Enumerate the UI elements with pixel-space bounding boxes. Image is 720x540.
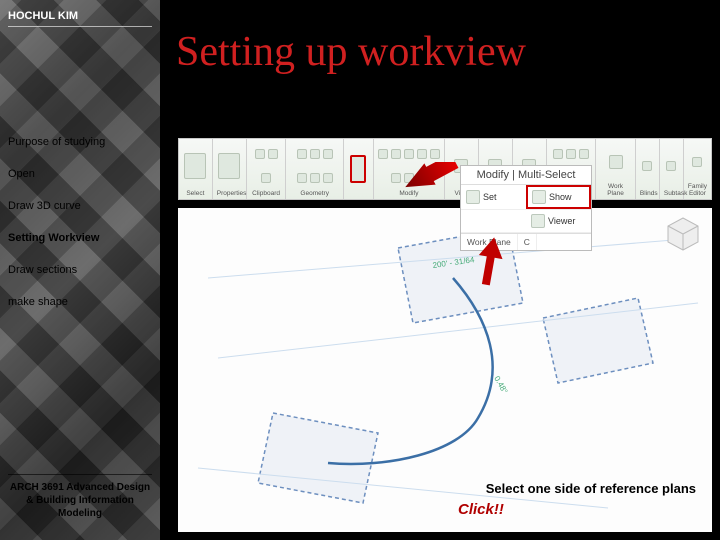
draw-icon[interactable] [553,149,563,159]
ribbon-lbl-family: Family Editor [688,183,707,197]
geom-icon[interactable] [323,173,333,183]
click-callout: Click!! [458,501,504,518]
ribbon-toolbar: Select Properties Clipboard [178,138,712,200]
flyout-tabs: Work Plane C [461,233,591,250]
geom-icon[interactable] [310,149,320,159]
viewcube[interactable] [662,214,704,256]
properties-icon[interactable] [218,153,240,179]
flyout-set-label: Set [483,192,497,202]
workplane-flyout: Modify | Multi-Select Set Show Viewer [460,165,592,251]
flyout-blank [461,210,526,232]
ribbon-lbl-workplane: Work Plane [600,183,631,197]
family-icon[interactable] [692,157,702,167]
show-icon [532,190,546,204]
sidebar: HOCHUL KIM Purpose of studying Open Draw… [0,0,160,540]
slide: HOCHUL KIM Purpose of studying Open Draw… [0,0,720,540]
mod-icon[interactable] [391,173,401,183]
mod-icon[interactable] [378,149,388,159]
mod-icon[interactable] [404,173,414,183]
flyout-show-label: Show [549,192,572,202]
sidebar-item-open[interactable]: Open [8,164,152,184]
sidebar-item-purpose[interactable]: Purpose of studying [8,132,152,152]
flyout-viewer[interactable]: Viewer [526,210,591,232]
flyout-title: Modify | Multi-Select [461,166,591,185]
mod-icon[interactable] [417,173,427,183]
sidebar-item-draw-3d-curve[interactable]: Draw 3D curve [8,196,152,216]
sidebar-item-setting-workview[interactable]: Setting Workview [8,228,152,248]
sidebar-item-draw-sections[interactable]: Draw sections [8,260,152,280]
flyout-show[interactable]: Show [526,185,591,209]
geom-icon[interactable] [323,149,333,159]
clip-icon[interactable] [261,173,271,183]
clip-icon[interactable] [255,149,265,159]
ribbon-lbl-geometry: Geometry [290,190,339,197]
ribbon-lbl-properties: Properties [217,190,242,197]
instruction-text: Select one side of reference plans [486,481,696,496]
course-footer: ARCH 3691 Advanced Design & Building Inf… [8,474,152,530]
draw-icon[interactable] [579,149,589,159]
svg-text:0.48°: 0.48° [492,375,509,396]
flyout-tab-c[interactable]: C [518,234,537,250]
mod-icon[interactable] [391,149,401,159]
viewer-icon [531,214,545,228]
flyout-set[interactable]: Set [461,185,526,209]
subtask-icon[interactable] [666,161,676,171]
mod-icon[interactable] [417,149,427,159]
workplane-icon[interactable] [609,155,623,169]
clip-icon[interactable] [268,149,278,159]
ribbon-lbl-clipboard: Clipboard [251,190,282,197]
blinds-icon[interactable] [642,161,652,171]
ribbon-lbl-select: Select [183,190,208,197]
geom-icon[interactable] [310,173,320,183]
sidebar-item-make-shape[interactable]: make shape [8,292,152,312]
slide-title: Setting up workview [160,0,720,96]
ribbon-lbl-blinds: Blinds [640,190,655,197]
ribbon-lbl-modify: Modify [378,190,440,197]
flyout-viewer-label: Viewer [548,216,575,226]
select-icon[interactable] [184,153,206,179]
geom-icon[interactable] [297,149,307,159]
flyout-tab-workplane[interactable]: Work Plane [461,234,518,250]
workplane-highlight-icon[interactable] [350,155,366,183]
mod-icon[interactable] [430,149,440,159]
draw-icon[interactable] [566,149,576,159]
mod-icon[interactable] [404,149,414,159]
author-name: HOCHUL KIM [8,10,152,27]
geom-icon[interactable] [297,173,307,183]
main-area: Setting up workview Select Properties Cl… [160,0,720,540]
ribbon-lbl-subtask: Subtask [664,190,679,197]
set-icon [466,190,480,204]
